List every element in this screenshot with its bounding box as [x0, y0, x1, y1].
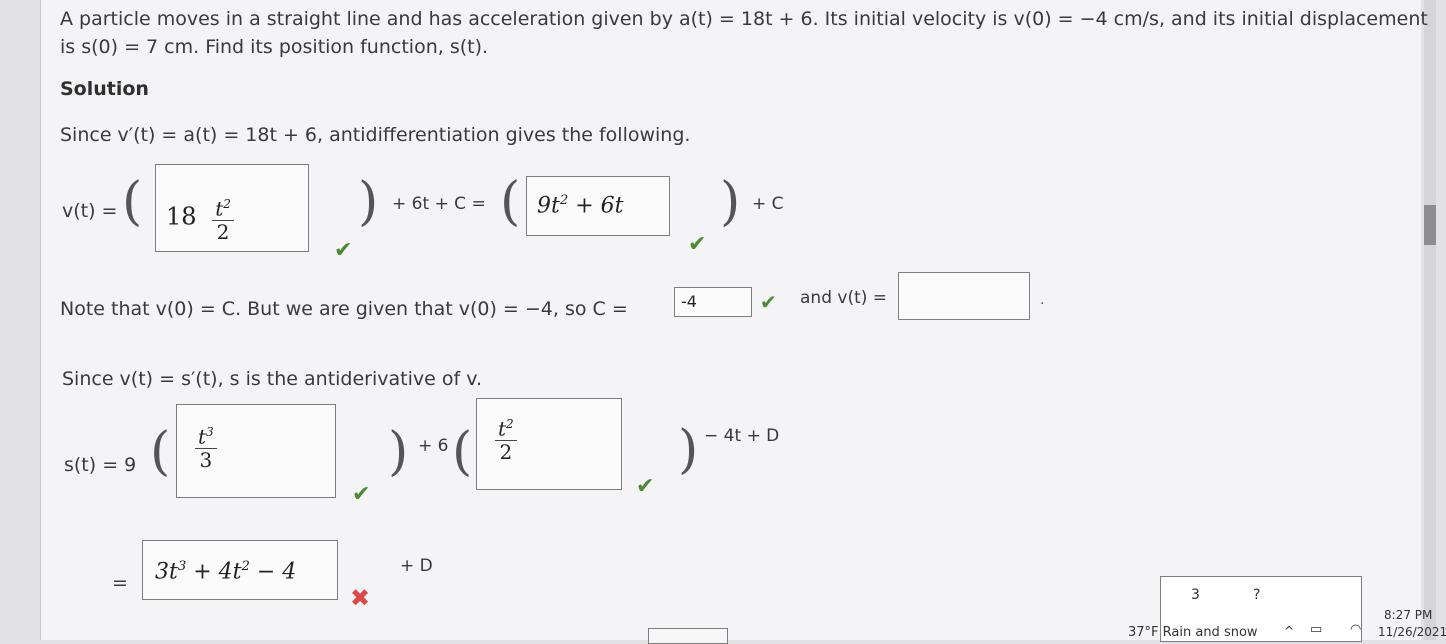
close-paren: ) — [358, 172, 379, 232]
s-label: s(t) = 9 — [64, 454, 137, 476]
problem-line-1: A particle moves in a straight line and … — [60, 8, 1428, 30]
answer-plus-d: + D — [400, 556, 433, 576]
bottom-box[interactable] — [648, 628, 728, 644]
v-label: v(t) = — [62, 200, 118, 222]
v-box1-fraction: t2 2 — [212, 193, 234, 243]
answer-equals: = — [112, 572, 128, 594]
v-answer-box-2[interactable]: 9t2 + 6t — [526, 176, 670, 236]
scrollbar[interactable] — [1424, 0, 1436, 640]
chevron-up-icon[interactable]: ^ — [1284, 624, 1294, 638]
check-icon: ✔ — [636, 474, 655, 499]
s-tail: − 4t + D — [704, 426, 780, 446]
c-value-box[interactable]: -4 — [674, 287, 752, 317]
v-answer-box-1[interactable]: 18 t2 2 — [155, 164, 309, 252]
close-paren: ) — [678, 420, 699, 480]
problem-line-2: is s(0) = 7 cm. Find its position functi… — [60, 36, 489, 58]
open-paren: ( — [500, 172, 521, 232]
open-paren: ( — [452, 422, 473, 482]
s-box1-fraction: t3 3 — [195, 421, 217, 471]
final-answer-box[interactable]: 3t3 + 4t2 − 4 — [142, 540, 338, 600]
close-paren: ) — [388, 422, 409, 482]
weather-widget[interactable]: 37°F Rain and snow — [1128, 625, 1258, 640]
s-answer-box-1[interactable]: t3 3 — [176, 404, 336, 498]
and-v-text: and v(t) = — [800, 288, 888, 308]
open-paren: ( — [122, 172, 143, 232]
s-answer-box-2[interactable]: t2 2 — [476, 398, 622, 490]
check-icon: ✔ — [688, 232, 707, 257]
v-plus-c: + C — [752, 194, 784, 214]
since-line: Since v′(t) = a(t) = 18t + 6, antidiffer… — [60, 124, 691, 146]
wifi-icon[interactable]: ◠ — [1350, 622, 1361, 637]
period: . — [1040, 292, 1045, 308]
solution-heading: Solution — [60, 78, 149, 100]
open-paren: ( — [150, 422, 171, 482]
check-icon: ✔ — [352, 482, 371, 507]
clock-time[interactable]: 8:27 PM — [1384, 608, 1432, 622]
note-line: Note that v(0) = C. But we are given tha… — [60, 298, 628, 320]
v-plus-text: + 6t + C = — [392, 194, 486, 214]
s-box2-fraction: t2 2 — [495, 413, 517, 463]
close-paren: ) — [720, 172, 741, 232]
network-icon[interactable]: ▭ — [1310, 622, 1322, 637]
check-icon: ✔ — [760, 290, 777, 314]
cross-icon: ✖ — [350, 584, 371, 612]
v-box1-coef: 18 — [166, 202, 197, 231]
scrollbar-thumb[interactable] — [1424, 205, 1436, 245]
vt-input-box[interactable] — [898, 272, 1030, 320]
since-s-line: Since v(t) = s′(t), s is the antiderivat… — [62, 368, 483, 390]
s-plus-6: + 6 — [418, 436, 449, 456]
clock-date[interactable]: 11/26/2021 — [1378, 625, 1446, 639]
check-icon: ✔ — [334, 238, 353, 263]
